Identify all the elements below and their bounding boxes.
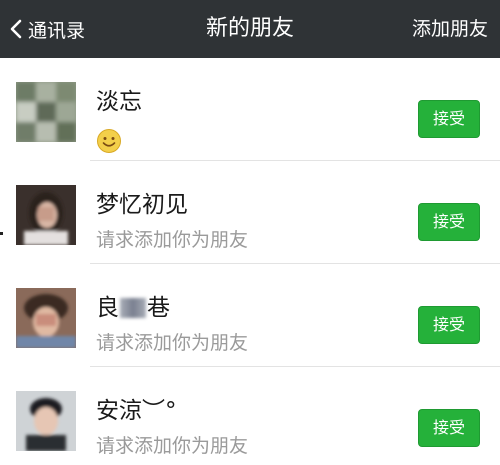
avatar [16,185,76,245]
top-navigation-bar: 通讯录 新的朋友 添加朋友 [0,0,500,58]
requester-name: 安涼︶° [96,398,177,424]
friend-request-list: 淡忘 接受 梦忆初见 请求添加你为朋友 接受 良 巷 请求添加你为朋友 接受 安… [0,58,500,465]
request-message: 请求添加你为朋友 [96,229,249,251]
back-to-contacts-button[interactable]: 通讯录 [10,13,85,45]
avatar [16,288,76,348]
avatar [16,82,76,142]
friend-request-item[interactable]: 良巷 请求添加你为朋友 接受 [0,264,500,367]
friend-request-item[interactable]: 淡忘 接受 [0,58,500,161]
requester-name: 良巷 [96,288,170,322]
friend-request-item[interactable]: 安涼︶° 请求添加你为朋友 接受 [0,367,500,465]
new-friends-screen: 通讯录 新的朋友 添加朋友 淡忘 接受 梦忆初见 请求添加你为朋友 接受 良 巷… [0,0,500,465]
name-prefix: 良 [96,295,119,321]
accept-button[interactable]: 接受 [418,100,480,138]
back-label: 通讯录 [28,19,86,42]
requester-name: 淡忘 [96,89,142,115]
name-suffix: 巷 [147,295,170,321]
obscured-name-block [120,298,146,318]
chevron-left-icon [10,19,22,39]
accept-button[interactable]: 接受 [418,409,480,447]
friend-request-item[interactable]: 梦忆初见 请求添加你为朋友 接受 [0,161,500,264]
requester-name: 梦忆初见 [96,192,188,218]
avatar [16,391,76,451]
accept-button[interactable]: 接受 [418,306,480,344]
edge-dot [0,232,3,235]
request-message: 请求添加你为朋友 [96,435,249,457]
add-friend-button[interactable]: 添加朋友 [412,13,488,45]
request-message: 请求添加你为朋友 [96,332,249,354]
accept-button[interactable]: 接受 [418,203,480,241]
smile-emoji-icon [96,128,122,154]
